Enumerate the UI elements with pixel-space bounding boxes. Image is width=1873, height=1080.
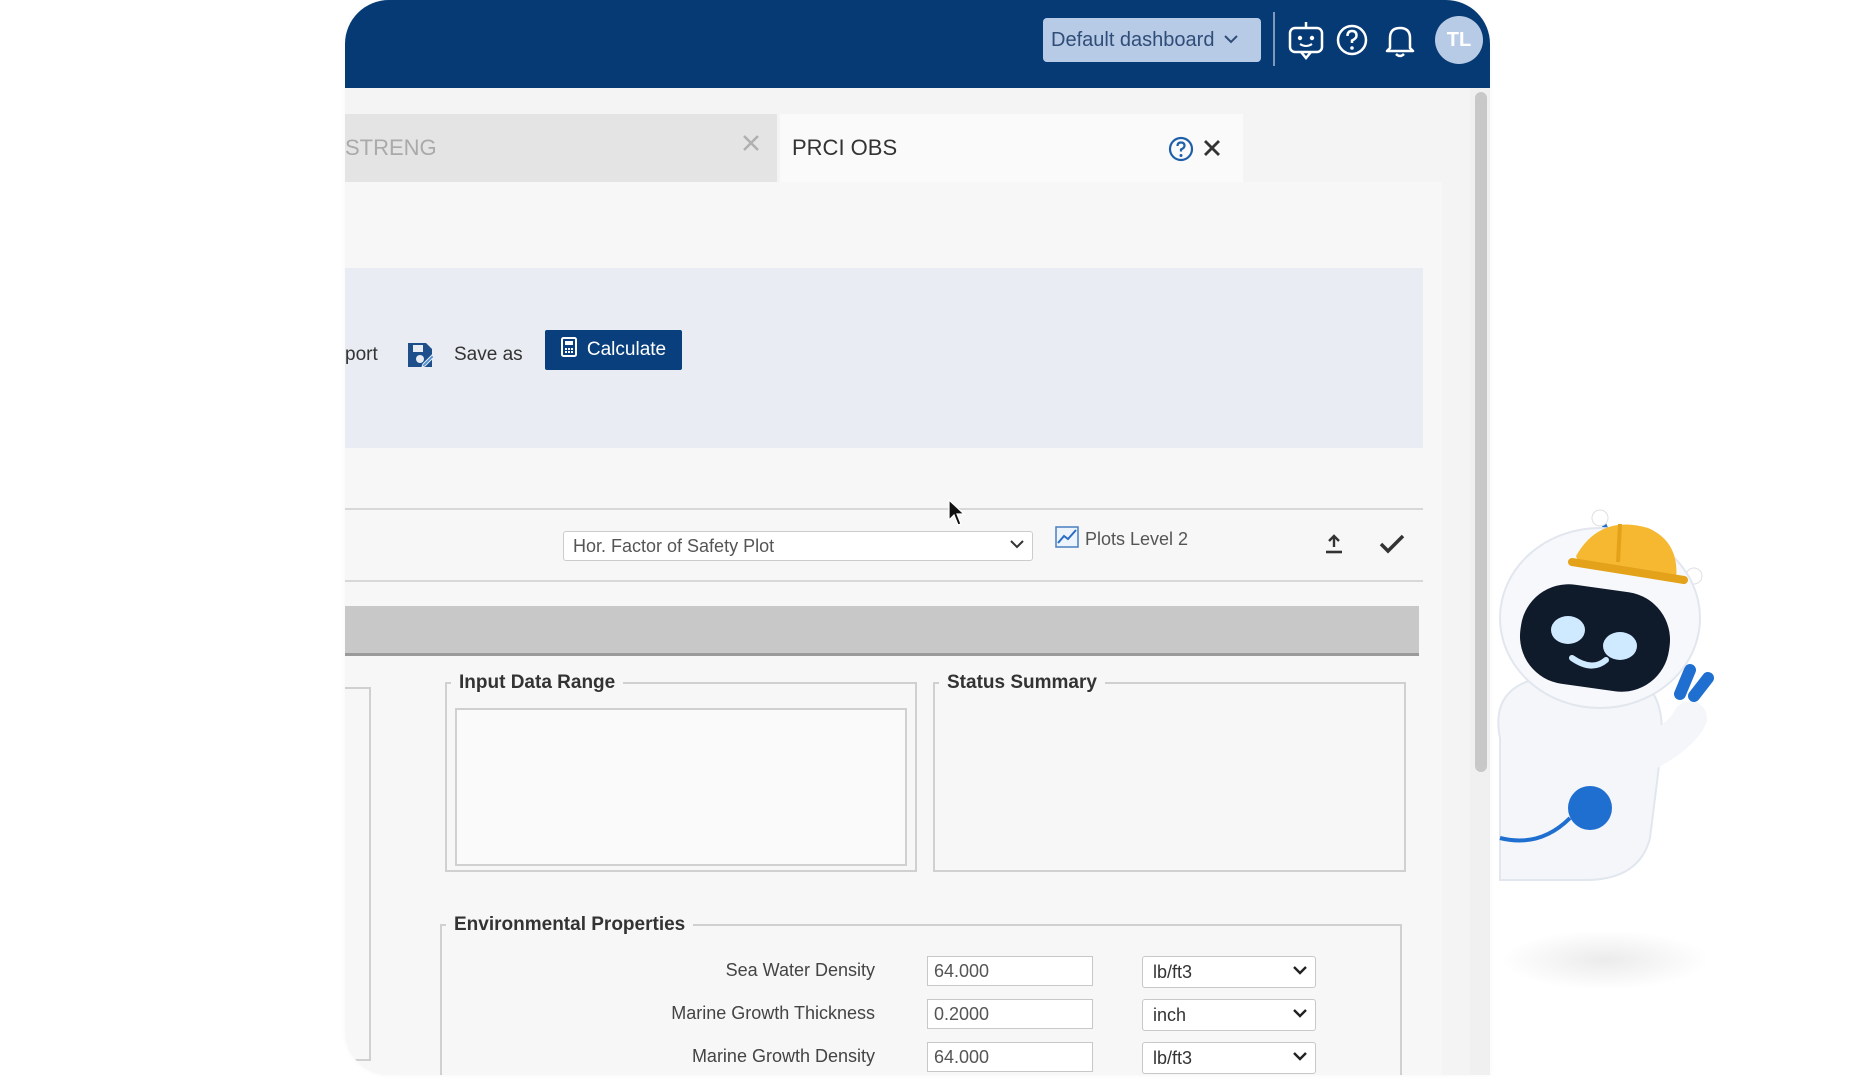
marine-growth-density-label: Marine Growth Density xyxy=(691,1046,875,1066)
chevron-down-icon xyxy=(1293,1048,1307,1066)
unit-value: lb/ft3 xyxy=(1153,962,1193,982)
status-summary-panel: Status Summary xyxy=(933,672,1406,872)
unit-value: inch xyxy=(1153,1005,1187,1025)
tab-streng[interactable]: STRENG xyxy=(345,114,777,182)
plot-type-value: Hor. Factor of Safety Plot xyxy=(573,535,775,556)
calculator-icon xyxy=(560,337,577,363)
divider xyxy=(345,508,1423,510)
toolbar-divider xyxy=(1273,12,1275,66)
notification-bell-icon[interactable] xyxy=(1379,18,1421,62)
unit-value: lb/ft3 xyxy=(1153,1048,1193,1068)
env-row-sea-water-density: Sea Water Density 64.000 lb/ft3 xyxy=(442,956,1400,988)
dashboard-select[interactable]: Default dashboard xyxy=(1043,18,1261,62)
robot-mascot xyxy=(1480,508,1720,913)
mouse-cursor-icon xyxy=(948,498,966,532)
app-window: Default dashboard TL STRENG PRCI OBS por… xyxy=(345,0,1490,1075)
save-as-button[interactable]: Save as xyxy=(454,344,523,366)
left-panel xyxy=(345,687,371,1061)
sea-water-density-label: Sea Water Density xyxy=(725,960,875,980)
input-data-range-box xyxy=(455,708,907,866)
marine-growth-thickness-label: Marine Growth Thickness xyxy=(671,1003,875,1023)
environmental-properties-panel: Environmental Properties Sea Water Densi… xyxy=(440,914,1402,1075)
divider xyxy=(345,580,1423,582)
env-row-marine-growth-thickness: Marine Growth Thickness 0.2000 inch xyxy=(442,999,1400,1031)
plots-level-label: Plots Level 2 xyxy=(1085,529,1189,549)
tab-label: STRENG xyxy=(345,135,437,160)
report-button[interactable]: port xyxy=(345,344,378,366)
input-data-range-title: Input Data Range xyxy=(459,672,616,693)
chart-line-icon xyxy=(1055,526,1079,553)
marine-growth-density-input[interactable]: 64.000 xyxy=(927,1042,1093,1072)
mascot-shadow xyxy=(1500,930,1710,990)
marine-growth-thickness-unit-select[interactable]: inch xyxy=(1142,999,1316,1031)
sea-water-density-unit-select[interactable]: lb/ft3 xyxy=(1142,956,1316,988)
checkmark-icon[interactable] xyxy=(1378,532,1406,561)
user-avatar[interactable]: TL xyxy=(1435,16,1483,64)
marine-growth-density-unit-select[interactable]: lb/ft3 xyxy=(1142,1042,1316,1074)
env-row-marine-growth-density: Marine Growth Density 64.000 lb/ft3 xyxy=(442,1042,1400,1074)
action-toolbar: port Save as Calculate xyxy=(345,268,1423,448)
tab-prci-obs[interactable]: PRCI OBS xyxy=(780,114,1243,182)
chevron-down-icon xyxy=(1010,536,1024,554)
help-icon[interactable] xyxy=(1331,18,1373,62)
assistant-bot-icon[interactable] xyxy=(1285,18,1327,62)
chevron-down-icon xyxy=(1224,31,1239,49)
plots-level-button[interactable]: Plots Level 2 xyxy=(1055,526,1188,553)
marine-growth-thickness-input[interactable]: 0.2000 xyxy=(927,999,1093,1029)
save-as-icon[interactable] xyxy=(405,340,435,375)
tab-label: PRCI OBS xyxy=(792,135,898,160)
chevron-down-icon xyxy=(1293,1005,1307,1023)
status-summary-title: Status Summary xyxy=(947,672,1097,693)
calculate-label: Calculate xyxy=(586,339,667,360)
close-icon[interactable] xyxy=(1200,135,1224,167)
upload-icon[interactable] xyxy=(1323,533,1345,560)
calculate-button[interactable]: Calculate xyxy=(545,330,682,370)
help-icon[interactable] xyxy=(1168,136,1194,169)
content-panel: port Save as Calculate Hor. Factor of Sa… xyxy=(345,182,1442,1075)
input-data-range-panel: Input Data Range xyxy=(445,672,917,872)
chevron-down-icon xyxy=(1293,962,1307,980)
section-header-bar xyxy=(345,606,1419,656)
dashboard-select-label: Default dashboard xyxy=(1051,28,1215,51)
environmental-properties-title: Environmental Properties xyxy=(454,914,686,935)
close-icon[interactable] xyxy=(740,129,762,161)
user-initials: TL xyxy=(1446,28,1472,51)
top-bar: Default dashboard TL xyxy=(345,0,1490,88)
sea-water-density-input[interactable]: 64.000 xyxy=(927,956,1093,986)
plot-type-select[interactable]: Hor. Factor of Safety Plot xyxy=(563,531,1033,561)
